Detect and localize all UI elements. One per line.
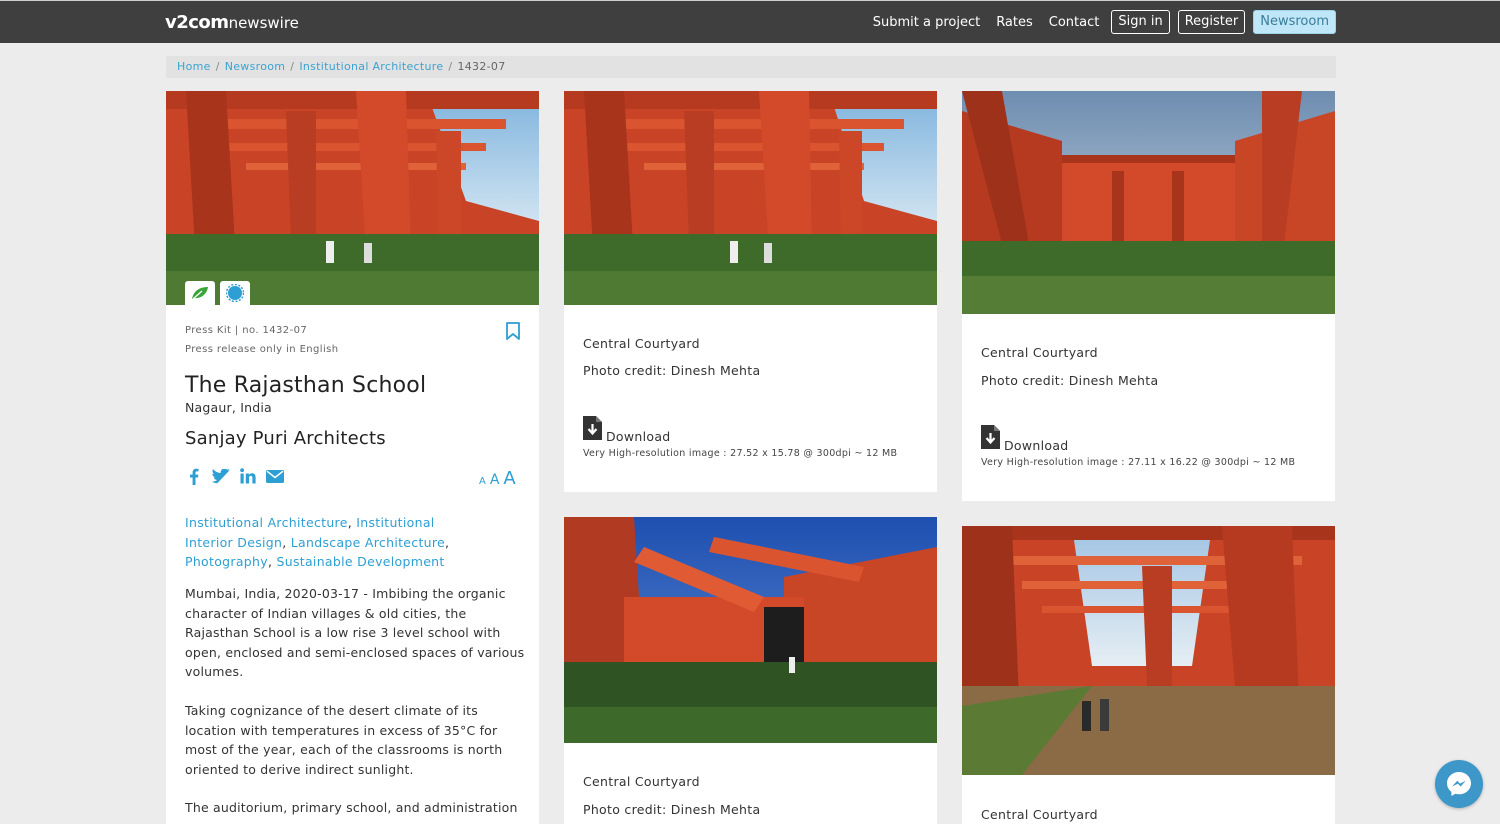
share-icons [185,467,284,485]
gallery-card: Central Courtyard Photo credit: Dinesh M… [564,91,937,492]
gallery-photo[interactable] [564,517,937,743]
press-kit-number: Press Kit | no. 1432-07 [185,325,308,336]
project-location: Nagaur, India [185,400,272,415]
download-label: Download [1004,438,1069,453]
gallery-photo[interactable] [962,91,1335,314]
text-size-controls: A A A [479,468,516,489]
download-label: Download [606,429,671,444]
text-size-large[interactable]: A [503,468,515,489]
architect-firm[interactable]: Sanjay Puri Architects [185,428,386,449]
photo-caption: Central Courtyard [583,336,700,351]
breadcrumb-home[interactable]: Home [177,60,211,73]
press-paragraph-2: Taking cognizance of the desert climate … [185,703,503,777]
gallery-card: Central Courtyard [962,526,1335,824]
gallery-photo[interactable] [564,91,937,305]
gallery-photo[interactable] [962,526,1335,775]
photo-credit: Photo credit: Dinesh Mehta [981,373,1159,388]
breadcrumb-current: 1432-07 [457,60,506,73]
linkedin-icon[interactable] [239,467,257,485]
project-photo[interactable] [166,91,539,305]
photo-credit: Photo credit: Dinesh Mehta [583,802,761,817]
photo-caption: Central Courtyard [583,774,700,789]
download-spec: Very High-resolution image : 27.52 x 15.… [583,448,898,459]
photo-credit: Photo credit: Dinesh Mehta [583,363,761,378]
tag-institutional-architecture[interactable]: Institutional Architecture [185,515,348,530]
project-card: Press Kit | no. 1432-07 Press release on… [166,91,539,824]
breadcrumb-category[interactable]: Institutional Architecture [299,60,443,73]
category-tags: Institutional Architecture, Institutiona… [185,515,450,569]
photo-caption: Central Courtyard [981,807,1098,822]
nav-rates[interactable]: Rates [992,12,1037,33]
text-size-medium[interactable]: A [490,472,500,488]
messenger-icon[interactable] [1435,760,1483,808]
email-icon[interactable] [266,467,284,485]
tag-sustainable-development[interactable]: Sustainable Development [277,554,445,569]
language-note: Press release only in English [185,344,339,355]
top-navbar: v2comnewswire Submit a project Rates Con… [0,0,1500,43]
download-spec: Very High-resolution image : 27.11 x 16.… [981,457,1296,468]
tag-landscape-architecture[interactable]: Landscape Architecture [291,535,445,550]
download-link[interactable]: Download [981,425,1069,453]
project-badges [185,281,250,305]
logo-brand: v2com [165,12,229,33]
download-file-icon [981,425,1000,453]
press-paragraph-3: The auditorium, primary school, and admi… [185,800,518,815]
twitter-icon[interactable] [212,467,230,485]
project-title: The Rajasthan School [185,373,427,398]
text-size-small[interactable]: A [479,476,486,487]
nav-submit-project[interactable]: Submit a project [869,12,984,33]
site-logo[interactable]: v2comnewswire [165,12,299,33]
bookmark-icon[interactable] [505,322,521,340]
register-button[interactable]: Register [1177,10,1246,34]
photo-caption: Central Courtyard [981,345,1098,360]
gear-badge-icon[interactable] [220,281,250,305]
nav-menu: Submit a project Rates Contact Sign in R… [869,10,1336,34]
download-link[interactable]: Download [583,416,671,444]
newsroom-button[interactable]: Newsroom [1253,10,1336,34]
breadcrumb-newsroom[interactable]: Newsroom [225,60,286,73]
press-paragraph-1: Mumbai, India, 2020-03-17 - Imbibing the… [185,586,525,679]
gallery-card: Central Courtyard Photo credit: Dinesh M… [962,91,1335,501]
download-file-icon [583,416,602,444]
facebook-icon[interactable] [185,467,203,485]
breadcrumb: Home / Newsroom / Institutional Architecture… [166,56,1336,78]
gallery-card: Central Courtyard Photo credit: Dinesh M… [564,517,937,824]
tag-photography[interactable]: Photography [185,554,268,569]
sign-in-button[interactable]: Sign in [1111,10,1170,34]
leaf-icon[interactable] [185,281,215,305]
logo-subbrand: newswire [228,14,299,32]
nav-contact[interactable]: Contact [1045,12,1104,33]
